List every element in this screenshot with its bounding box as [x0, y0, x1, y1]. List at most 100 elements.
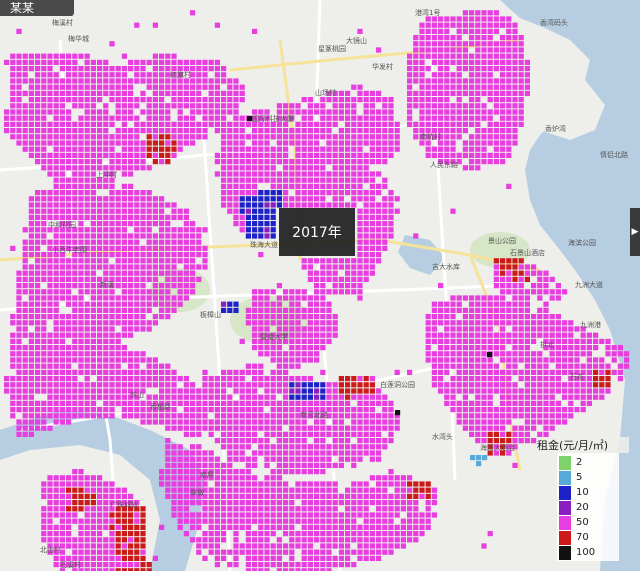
grid-cell	[221, 500, 227, 506]
grid-cell	[320, 171, 326, 177]
grid-cell	[363, 152, 369, 158]
grid-cell	[431, 90, 437, 96]
grid-cell	[146, 152, 152, 158]
grid-cell	[531, 283, 537, 289]
grid-cell	[233, 140, 239, 146]
grid-cell	[35, 196, 41, 202]
place-label: 国际科技大厦	[252, 115, 294, 123]
grid-cell	[252, 450, 258, 456]
grid-cell	[351, 376, 357, 382]
grid-cell	[28, 245, 34, 251]
grid-cell	[270, 177, 276, 183]
grid-cell	[171, 258, 177, 264]
grid-cell	[66, 128, 72, 134]
grid-cell	[28, 407, 34, 413]
grid-cell	[121, 72, 127, 78]
grid-cell	[301, 562, 307, 568]
grid-cell	[301, 289, 307, 295]
grid-cell	[183, 239, 189, 245]
grid-cell	[134, 562, 140, 568]
grid-cell	[580, 332, 586, 338]
grid-cell	[190, 394, 196, 400]
grid-cell	[35, 134, 41, 140]
grid-cell	[475, 413, 481, 419]
grid-cell	[376, 159, 382, 165]
grid-cell	[289, 531, 295, 537]
grid-cell	[425, 84, 431, 90]
grid-cell	[549, 320, 555, 326]
grid-cell	[72, 140, 78, 146]
legend-swatch	[559, 486, 571, 500]
grid-cell	[239, 84, 245, 90]
grid-cell	[493, 270, 499, 276]
grid-cell	[493, 47, 499, 53]
grid-cell	[326, 562, 332, 568]
grid-cell	[121, 351, 127, 357]
grid-cell	[400, 543, 406, 549]
grid-cell	[16, 276, 22, 282]
grid-cell	[202, 369, 208, 375]
grid-cell	[363, 493, 369, 499]
grid-cell	[320, 289, 326, 295]
grid-cell	[543, 320, 549, 326]
grid-cell	[72, 493, 78, 499]
grid-cell	[431, 382, 437, 388]
grid-cell	[134, 314, 140, 320]
grid-cell	[134, 227, 140, 233]
grid-cell	[90, 270, 96, 276]
grid-cell	[140, 121, 146, 127]
grid-cell	[103, 363, 109, 369]
grid-cell	[165, 283, 171, 289]
grid-cell	[177, 444, 183, 450]
grid-cell	[115, 233, 121, 239]
grid-cell	[593, 394, 599, 400]
grid-cell	[456, 128, 462, 134]
year-label: 2017年	[279, 208, 355, 256]
grid-cell	[90, 264, 96, 270]
grid-cell	[109, 146, 115, 152]
grid-cell	[376, 245, 382, 251]
grid-cell	[301, 555, 307, 561]
grid-cell	[413, 512, 419, 518]
grid-cell	[90, 394, 96, 400]
grid-cell	[314, 419, 320, 425]
grid-cell	[90, 543, 96, 549]
side-panel-toggle[interactable]: ▶	[630, 208, 640, 256]
grid-cell	[22, 227, 28, 233]
grid-cell	[35, 295, 41, 301]
grid-cell	[388, 531, 394, 537]
grid-cell	[152, 233, 158, 239]
grid-cell	[289, 165, 295, 171]
grid-cell	[128, 555, 134, 561]
grid-cell	[276, 543, 282, 549]
grid-cell	[72, 159, 78, 165]
grid-cell	[10, 357, 16, 363]
grid-cell	[84, 338, 90, 344]
grid-cell	[320, 320, 326, 326]
grid-cell	[351, 549, 357, 555]
grid-cell	[407, 487, 413, 493]
grid-cell	[47, 307, 53, 313]
grid-cell	[258, 289, 264, 295]
grid-cell	[84, 270, 90, 276]
grid-cell	[10, 382, 16, 388]
grid-cell	[475, 363, 481, 369]
grid-cell	[121, 66, 127, 72]
grid-cell	[35, 103, 41, 109]
grid-cell	[28, 128, 34, 134]
grid-cell	[475, 419, 481, 425]
corner-tab[interactable]: 某某	[0, 0, 74, 16]
grid-cell	[233, 444, 239, 450]
grid-cell	[47, 165, 53, 171]
grid-cell	[345, 190, 351, 196]
grid-cell	[115, 537, 121, 543]
legend-swatch	[559, 516, 571, 530]
grid-cell	[128, 270, 134, 276]
grid-cell	[190, 400, 196, 406]
grid-cell	[394, 419, 400, 425]
grid-cell	[196, 394, 202, 400]
grid-cell	[369, 121, 375, 127]
grid-cell	[258, 531, 264, 537]
grid-cell	[233, 134, 239, 140]
grid-cell	[500, 270, 506, 276]
